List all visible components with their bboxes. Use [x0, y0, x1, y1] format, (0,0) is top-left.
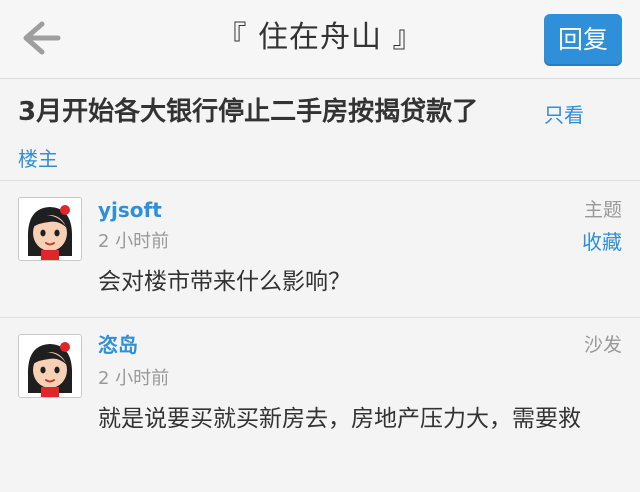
thread-title: 3月开始各大银行停止二手房按揭贷款了 [18, 97, 479, 127]
post-content: 会对楼市带来什么影响？ [98, 269, 351, 295]
avatar[interactable] [18, 334, 82, 398]
post-time: 2 小时前 [98, 368, 170, 389]
post-author[interactable]: 恣岛 [98, 330, 138, 360]
post-item: 恣岛 2 小时前 沙发 就是说要买就买新房去，房地产压力大，需要救 [0, 318, 640, 492]
cartoon-girl-avatar-icon [19, 335, 81, 397]
avatar[interactable] [18, 197, 82, 261]
cartoon-girl-avatar-icon [19, 198, 81, 260]
favorite-link[interactable]: 收藏 [582, 227, 622, 257]
app-window: 『 住在舟山 』 回复 3月开始各大银行停止二手房按揭贷款了 只看 楼主 yjs… [0, 0, 640, 492]
post-floor-label: 主题 [583, 199, 622, 221]
post-content: 就是说要买就买新房去，房地产压力大，需要救 [98, 406, 581, 432]
only-op-link-continued[interactable]: 楼主 [18, 142, 58, 176]
post-item: yjsoft 2 小时前 主题 收藏 会对楼市带来什么影响？ [0, 181, 640, 317]
post-time: 2 小时前 [98, 231, 170, 252]
post-author[interactable]: yjsoft [98, 195, 162, 225]
only-op-link[interactable]: 只看 [544, 98, 584, 132]
reply-button[interactable]: 回复 [544, 14, 622, 66]
top-bar: 『 住在舟山 』 回复 [0, 0, 640, 79]
post-floor-label: 沙发 [583, 334, 622, 356]
